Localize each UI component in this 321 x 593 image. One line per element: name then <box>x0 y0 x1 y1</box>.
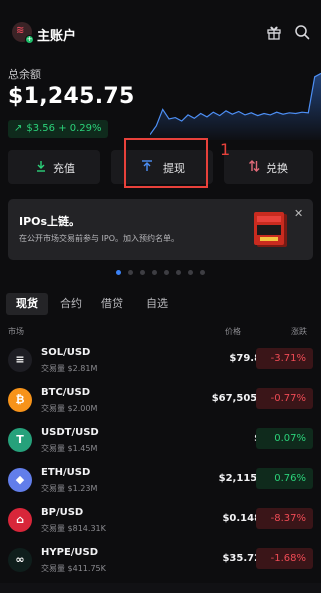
market-row[interactable]: TUSDT/USD交易量 $1.45M$10.07% <box>0 422 321 462</box>
balance-value: $1,245.75 <box>8 84 135 109</box>
header-price: 价格 <box>225 327 241 336</box>
banner-description: 在公开市场交易前参与 IPO。加入预约名单。 <box>19 234 180 243</box>
balance-change-badge: ↗ $3.56 + 0.29% <box>8 120 108 138</box>
market-row[interactable]: ◆ ETH/USD 交易量 $1.23M $2,115.2 0.76% <box>0 462 321 502</box>
pair-volume: 交易量 $411.75K <box>41 564 106 573</box>
pair-volume: 交易量 $1.23M <box>41 484 98 493</box>
coin-glyph: ◆ <box>15 473 25 486</box>
pair-change-badge: -1.68% <box>256 548 313 569</box>
hype-icon: ∞ <box>8 548 32 572</box>
trend-up-icon: ↗ <box>14 123 23 134</box>
pair-name: ETH/USD <box>41 467 91 478</box>
balance-label: 总余额 <box>8 68 41 81</box>
download-icon <box>37 161 45 172</box>
exchange-label: 兑换 <box>266 162 288 175</box>
usdt-icon: T <box>8 428 32 452</box>
pair-change-badge: 0.07% <box>256 428 313 449</box>
btc-icon: ₿ <box>8 388 32 412</box>
carousel-dot[interactable] <box>164 270 169 275</box>
pair-name: BTC/USD <box>41 387 91 398</box>
deposit-button[interactable]: 充值 <box>8 150 100 184</box>
pair-name: USDT/USD <box>41 427 99 438</box>
coin-glyph: T <box>16 433 24 446</box>
eth-icon: ◆ <box>8 468 32 492</box>
ipo-promo-art-icon <box>254 212 287 247</box>
pair-change-badge: -0.77% <box>256 388 313 409</box>
coin-glyph: ⌂ <box>16 513 24 526</box>
plus-badge-icon: + <box>25 35 34 44</box>
close-icon[interactable]: ✕ <box>294 207 303 220</box>
tab-futures[interactable]: 合约 <box>60 295 82 311</box>
carousel-dot[interactable] <box>152 270 157 275</box>
tab-watchlist[interactable]: 自选 <box>146 295 168 311</box>
deposit-label: 充值 <box>53 162 75 175</box>
market-row[interactable]: ⌂ BP/USD 交易量 $814.31K $0.1489 -8.37% <box>0 502 321 542</box>
banner-title: IPOs上链。 <box>19 215 81 228</box>
tab-spot[interactable]: 现货 <box>6 293 48 315</box>
annotation-highlight-box <box>124 138 208 188</box>
annotation-number: 1 <box>220 140 231 159</box>
carousel-dot[interactable] <box>116 270 121 275</box>
pair-name: BP/USD <box>41 507 84 518</box>
market-row[interactable]: ≡ SOL/USD 交易量 $2.81M $79.86 -3.71% <box>0 342 321 382</box>
pair-change-badge: -3.71% <box>256 348 313 369</box>
tab-lending[interactable]: 借贷 <box>101 295 123 311</box>
ipo-promo-banner[interactable]: IPOs上链。 在公开市场交易前参与 IPO。加入预约名单。 ✕ <box>8 199 313 260</box>
pair-name: SOL/USD <box>41 347 91 358</box>
exchange-button[interactable]: 兑换 <box>224 150 313 184</box>
account-name[interactable]: 主账户 <box>37 25 76 44</box>
pair-change-badge: 0.76% <box>256 468 313 489</box>
next-row-partial <box>0 583 321 593</box>
market-table-header: 市场 价格 涨跌 <box>8 326 313 338</box>
bp-icon: ⌂ <box>8 508 32 532</box>
swap-icon <box>249 160 260 172</box>
avatar[interactable]: ≋ + <box>12 22 34 44</box>
account-logo-icon: ≋ <box>16 25 25 36</box>
search-icon[interactable] <box>294 24 310 40</box>
coin-glyph: ₿ <box>15 393 25 406</box>
market-row[interactable]: ₿ BTC/USD 交易量 $2.00M $67,505.2 -0.77% <box>0 382 321 422</box>
gift-icon[interactable] <box>266 24 282 40</box>
sol-icon: ≡ <box>8 348 32 372</box>
pair-change-badge: -8.37% <box>256 508 313 529</box>
coin-glyph: ≡ <box>15 353 25 366</box>
market-tabs: 现货 合约 借贷 自选 <box>6 293 313 315</box>
carousel-dot[interactable] <box>140 270 145 275</box>
carousel-dot[interactable] <box>176 270 181 275</box>
market-row[interactable]: ∞ HYPE/USD 交易量 $411.75K $35.723 -1.68% <box>0 542 321 582</box>
carousel-dot[interactable] <box>128 270 133 275</box>
carousel-dot[interactable] <box>188 270 193 275</box>
sparkline-area <box>150 73 321 140</box>
header-change: 涨跌 <box>291 327 307 336</box>
coin-glyph: ∞ <box>15 553 25 566</box>
header-market: 市场 <box>8 327 24 336</box>
top-bar: ≋ + 主账户 <box>0 0 321 62</box>
pair-volume: 交易量 $1.45M <box>41 444 98 453</box>
pair-volume: 交易量 $2.00M <box>41 404 98 413</box>
pair-volume: 交易量 $814.31K <box>41 524 106 533</box>
pair-volume: 交易量 $2.81M <box>41 364 98 373</box>
balance-change-text: $3.56 + 0.29% <box>26 123 102 134</box>
pair-name: HYPE/USD <box>41 547 99 558</box>
carousel-indicator <box>116 270 216 276</box>
carousel-dot[interactable] <box>200 270 205 275</box>
balance-sparkline <box>150 72 321 140</box>
